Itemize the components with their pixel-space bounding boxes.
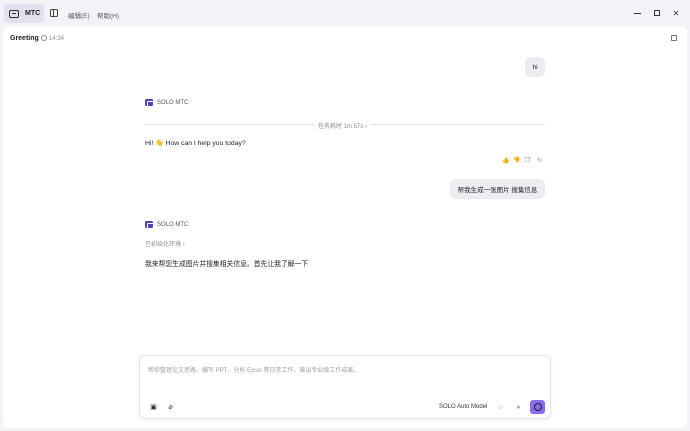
send-icon xyxy=(533,403,542,411)
title-bar: MTC 编辑(E) 帮助(H) ✕ xyxy=(0,0,690,27)
agent-name: SOLO MTC xyxy=(157,221,189,228)
regenerate-icon[interactable]: ↻ xyxy=(536,158,543,165)
agent-header: SOLO MTC xyxy=(145,221,189,229)
menu-help[interactable]: 帮助(H) xyxy=(97,10,119,20)
app-tab[interactable]: MTC xyxy=(4,4,44,23)
cloud-icon xyxy=(41,35,47,41)
image-icon[interactable]: ▣ xyxy=(149,403,158,412)
agent-reply: Hi! 👋 How can I help you today? xyxy=(145,140,246,147)
expand-icon[interactable] xyxy=(671,35,677,41)
thumbs-up-icon[interactable]: 👍 xyxy=(502,158,509,165)
duration-text: 任务耗时 1m 57s xyxy=(318,124,364,130)
status-toggle[interactable]: 已初始化环境 › xyxy=(145,239,185,248)
model-selector[interactable]: SOLO Auto Model xyxy=(439,404,487,410)
agent-reply: 我来帮您生成图片并搜集相关信息。首先让我了解一下 xyxy=(145,261,309,268)
chevron-right-icon: › xyxy=(182,242,185,248)
status-text: 已初始化环境 xyxy=(145,242,182,248)
user-message-text: 帮我生成一张图片 搜集信息 xyxy=(457,187,538,194)
user-message-text: hi xyxy=(532,63,538,71)
user-message-bubble: hi xyxy=(525,57,545,77)
header-time: 14:34 xyxy=(49,35,65,42)
maximize-icon xyxy=(654,10,660,16)
attachment-icon[interactable]: ⌀ xyxy=(166,403,175,412)
agent-name: SOLO MTC xyxy=(157,99,189,106)
close-button[interactable]: ✕ xyxy=(671,8,681,18)
duration-label[interactable]: 任务耗时 1m 57s › xyxy=(315,121,371,130)
thumbs-down-icon[interactable]: 👎 xyxy=(513,158,520,165)
user-message-bubble: 帮我生成一张图片 搜集信息 xyxy=(450,179,545,199)
page-title: Greeting xyxy=(10,35,39,42)
emoji-icon[interactable]: ☺ xyxy=(496,403,505,412)
agent-header: SOLO MTC xyxy=(145,99,189,107)
agent-badge-icon xyxy=(145,221,154,229)
microphone-icon[interactable]: ● xyxy=(514,403,523,412)
maximize-button[interactable] xyxy=(652,8,662,18)
copy-icon[interactable]: ❐ xyxy=(524,158,531,165)
sidebar-toggle-icon[interactable] xyxy=(50,9,58,17)
minimize-icon xyxy=(633,12,641,14)
composer-input[interactable]: 帮你整理论文思路、编写 PPT、分析 Excel 等日常工作，输出专业级工作成果… xyxy=(148,365,359,374)
minimize-button[interactable] xyxy=(632,8,642,18)
chevron-right-icon: › xyxy=(365,124,368,130)
menu-edit[interactable]: 编辑(E) xyxy=(68,10,90,20)
agent-badge-icon xyxy=(145,99,154,107)
app-tab-label: MTC xyxy=(25,10,41,17)
send-button[interactable] xyxy=(530,400,545,414)
composer[interactable]: 帮你整理论文思路、编写 PPT、分析 Excel 等日常工作，输出专业级工作成果… xyxy=(139,355,551,419)
app-logo-icon xyxy=(9,9,19,18)
close-icon: ✕ xyxy=(672,8,680,18)
